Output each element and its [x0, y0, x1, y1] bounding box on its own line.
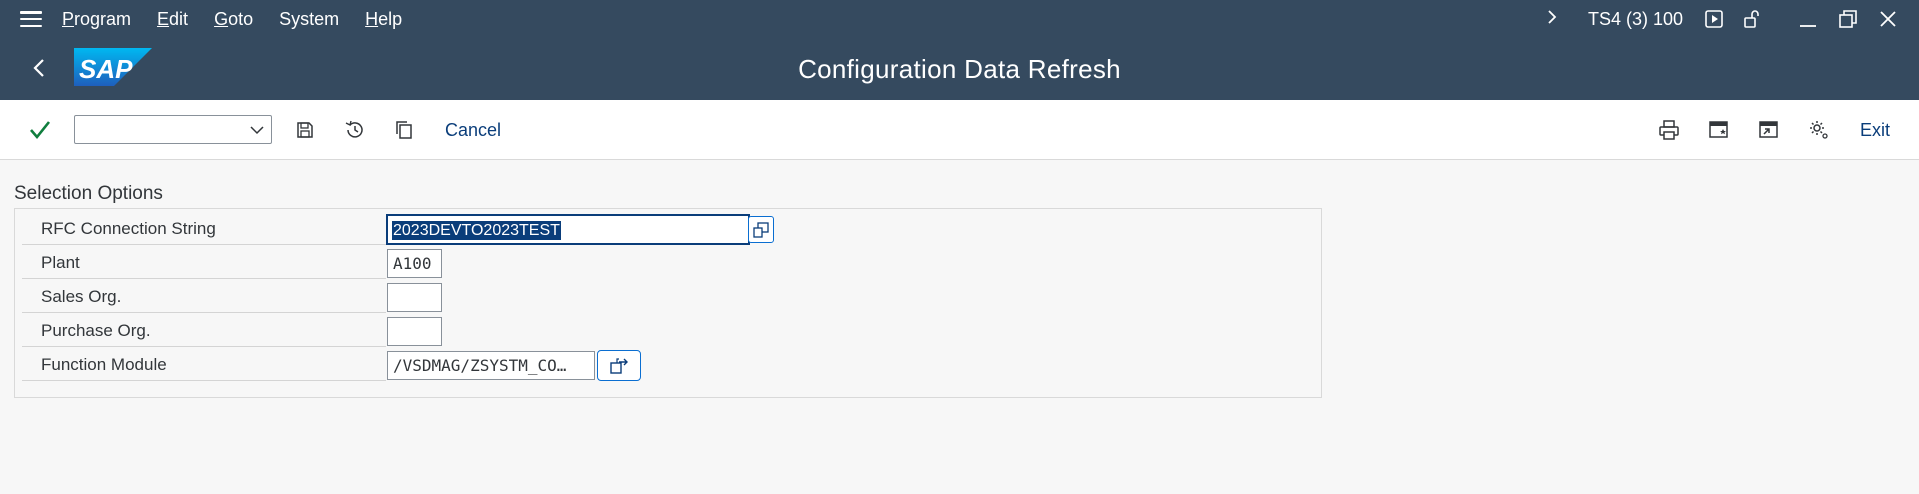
menu-right: TS4 (3) 100 [1546, 0, 1919, 38]
exit-button[interactable]: Exit [1860, 120, 1890, 141]
sales-org-label: Sales Org. [41, 287, 122, 306]
menu-items: Program Edit Goto System Help [62, 9, 428, 30]
open-window-icon[interactable] [1757, 118, 1781, 142]
rfc-connection-label: RFC Connection String [41, 219, 216, 238]
new-window-icon[interactable] [1707, 118, 1731, 142]
restore-icon[interactable] [1837, 8, 1859, 30]
sales-org-input[interactable] [387, 283, 442, 312]
page-title: Configuration Data Refresh [798, 54, 1121, 84]
chevron-right-icon[interactable] [1546, 9, 1558, 30]
menu-bar: Program Edit Goto System Help TS4 (3) 10… [0, 0, 1919, 38]
hamburger-icon[interactable] [20, 11, 42, 27]
command-field[interactable] [74, 115, 272, 144]
print-icon[interactable] [1657, 118, 1681, 142]
row-plant: Plant [22, 245, 386, 279]
toolbar: Cancel Exit [0, 100, 1919, 160]
unlock-icon[interactable] [1741, 8, 1763, 30]
menu-program[interactable]: Program [62, 9, 131, 30]
history-icon[interactable] [343, 118, 367, 142]
value-help-icon[interactable] [748, 216, 774, 243]
row-purchase-org: Purchase Org. [22, 313, 386, 347]
navigate-icon[interactable] [597, 350, 641, 381]
purchase-org-input[interactable] [387, 317, 442, 346]
menu-help[interactable]: Help [365, 9, 402, 30]
save-icon[interactable] [293, 118, 317, 142]
cancel-button[interactable]: Cancel [445, 120, 501, 141]
copy-icon[interactable] [392, 118, 416, 142]
title-bar: SAP Configuration Data Refresh [0, 38, 1919, 100]
menu-edit[interactable]: Edit [157, 9, 188, 30]
menu-system[interactable]: System [279, 9, 339, 30]
menu-goto[interactable]: Goto [214, 9, 253, 30]
plant-input[interactable]: A100 [387, 249, 442, 278]
row-function-module: Function Module [22, 347, 386, 381]
section-title: Selection Options [14, 183, 163, 204]
chevron-down-icon[interactable] [249, 122, 265, 138]
row-sales-org: Sales Org. [22, 279, 386, 313]
minimize-icon[interactable] [1797, 8, 1819, 30]
close-icon[interactable] [1877, 8, 1899, 30]
play-icon[interactable] [1703, 8, 1725, 30]
rfc-connection-value: 2023DEVTO2023TEST [392, 221, 561, 240]
settings-icon[interactable] [1807, 118, 1831, 142]
plant-label: Plant [41, 253, 80, 272]
function-module-label: Function Module [41, 355, 167, 374]
function-module-input[interactable]: /VSDMAG/ZSYSTM_CO… [387, 351, 595, 380]
purchase-org-label: Purchase Org. [41, 321, 151, 340]
checkmark-icon[interactable] [28, 118, 52, 142]
rfc-connection-input[interactable]: 2023DEVTO2023TEST [386, 214, 750, 245]
system-info: TS4 (3) 100 [1587, 8, 1683, 29]
row-rfc-connection: RFC Connection String [22, 211, 386, 245]
